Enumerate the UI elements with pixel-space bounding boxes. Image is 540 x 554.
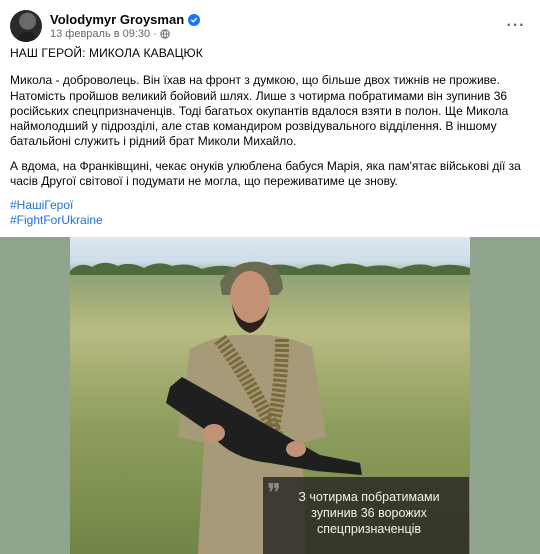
separator-dot: · xyxy=(153,28,157,40)
post-sub-row: 13 февраль в 09:30 · xyxy=(50,28,200,40)
post-paragraph: Микола - доброволець. Він їхав на фронт … xyxy=(10,73,509,149)
more-options-button[interactable]: ··· xyxy=(502,12,530,40)
more-horizontal-icon: ··· xyxy=(506,17,526,34)
photo-caption-line: З чотирма побратимами xyxy=(298,490,440,504)
hashtag-link[interactable]: #НашіГерої xyxy=(10,198,530,213)
author-name[interactable]: Volodymyr Groysman xyxy=(50,12,184,27)
post-paragraph: А вдома, на Франківщині, чекає онуків ул… xyxy=(10,158,521,189)
post-timestamp[interactable]: 13 февраль в 09:30 xyxy=(50,28,150,40)
author-avatar[interactable] xyxy=(10,10,42,42)
facebook-post: Volodymyr Groysman 13 февраль в 09:30 · … xyxy=(0,0,540,554)
post-content: НАШ ГЕРОЙ: МИКОЛА КАВАЦЮК Микола - добро… xyxy=(10,46,530,228)
author-row: Volodymyr Groysman xyxy=(50,12,201,27)
photo-caption-line: спецпризначенців xyxy=(316,522,422,536)
globe-icon[interactable] xyxy=(160,29,170,39)
hashtag-link[interactable]: #FightForUkraine xyxy=(10,213,530,228)
post-title: НАШ ГЕРОЙ: МИКОЛА КАВАЦЮК xyxy=(10,46,203,60)
quote-icon: ❞ xyxy=(267,479,281,509)
photo-caption-line: зупинив 36 ворожих xyxy=(311,506,427,520)
photo-caption-box: ❞ З чотирма побратимами зупинив 36 ворож… xyxy=(263,477,469,554)
verified-badge-icon xyxy=(188,13,201,26)
post-meta: Volodymyr Groysman 13 февраль в 09:30 · xyxy=(50,12,201,40)
post-photo-container[interactable]: ❞ З чотирма побратимами зупинив 36 ворож… xyxy=(0,237,540,554)
post-header: Volodymyr Groysman 13 февраль в 09:30 · … xyxy=(10,8,532,44)
